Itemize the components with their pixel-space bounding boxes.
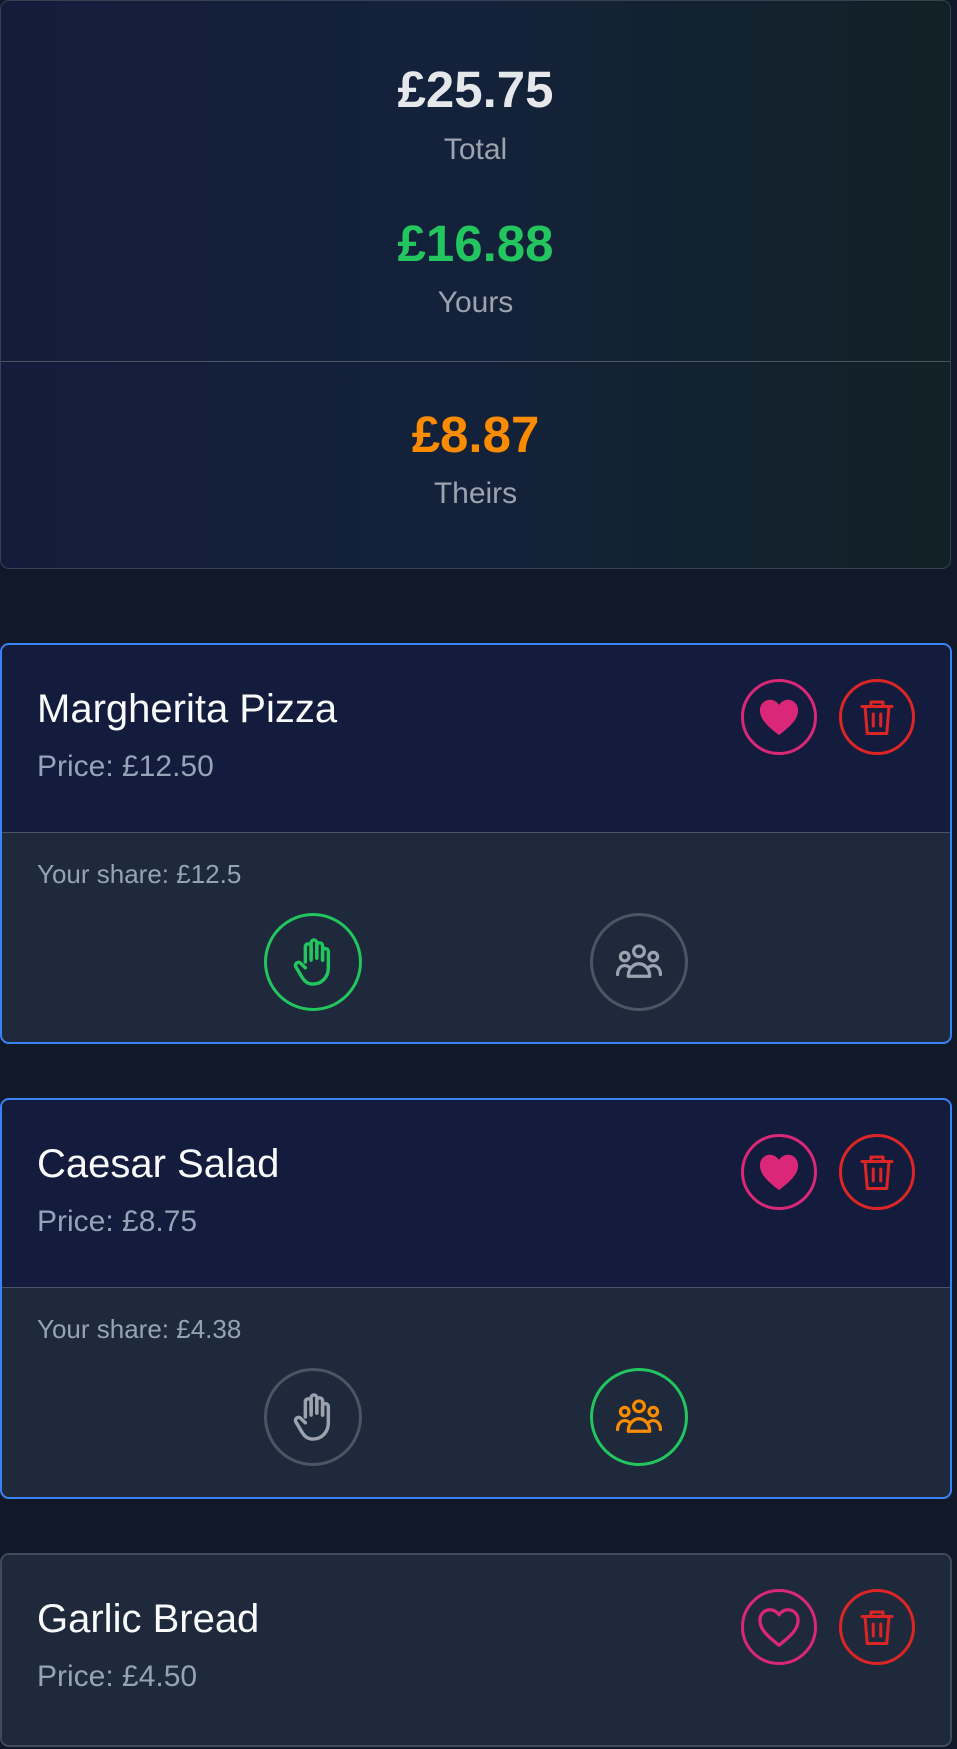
theirs-amount: £8.87 — [411, 406, 540, 463]
item-price: Price: £8.75 — [37, 1205, 198, 1238]
your-share-text: Your share: £12.5 — [37, 859, 242, 889]
heart-filled-icon — [759, 1154, 799, 1191]
trash-icon — [860, 700, 894, 735]
item-name: Margherita Pizza — [37, 687, 338, 731]
group-icon — [615, 1399, 663, 1433]
item-header: Garlic Bread Price: £4.50 — [2, 1555, 950, 1743]
item-share-section: Your share: £4.38 — [2, 1288, 950, 1496]
delete-button[interactable] — [839, 679, 915, 755]
shared-button[interactable] — [590, 913, 688, 1011]
total-amount: £25.75 — [397, 61, 554, 118]
shared-button[interactable] — [590, 1368, 688, 1466]
theirs-label: Theirs — [433, 477, 518, 510]
favorite-button[interactable] — [741, 1134, 817, 1210]
item-name: Garlic Bread — [37, 1597, 260, 1641]
total-label: Total — [443, 133, 508, 166]
item-header: Caesar Salad Price: £8.75 — [2, 1100, 950, 1288]
trash-icon — [860, 1155, 894, 1190]
delete-button[interactable] — [839, 1589, 915, 1665]
mine-button[interactable] — [264, 1368, 362, 1466]
item-price: Price: £12.50 — [37, 750, 214, 783]
mine-button[interactable] — [264, 913, 362, 1011]
favorite-button[interactable] — [741, 1589, 817, 1665]
favorite-button[interactable] — [741, 679, 817, 755]
heart-filled-icon — [759, 699, 799, 736]
summary-card: £25.75 Total £16.88 Yours £8.87 Theirs — [0, 0, 951, 569]
summary-top-section: £25.75 Total £16.88 Yours — [1, 1, 950, 362]
item-card: Caesar Salad Price: £8.75 Your share: £4… — [0, 1098, 952, 1499]
hand-icon — [293, 1393, 331, 1441]
yours-amount: £16.88 — [397, 215, 554, 272]
trash-icon — [860, 1610, 894, 1645]
heart-outline-icon — [758, 1608, 800, 1647]
item-share-section: Your share: £12.5 — [2, 833, 950, 1041]
hand-icon — [293, 938, 331, 986]
yours-label: Yours — [437, 286, 514, 319]
item-price: Price: £4.50 — [37, 1660, 198, 1693]
item-header: Margherita Pizza Price: £12.50 — [2, 645, 950, 833]
item-card: Garlic Bread Price: £4.50 — [0, 1553, 952, 1747]
your-share-text: Your share: £4.38 — [37, 1314, 242, 1344]
group-icon — [615, 944, 663, 978]
delete-button[interactable] — [839, 1134, 915, 1210]
item-name: Caesar Salad — [37, 1142, 280, 1186]
item-card: Margherita Pizza Price: £12.50 Your shar… — [0, 643, 952, 1044]
